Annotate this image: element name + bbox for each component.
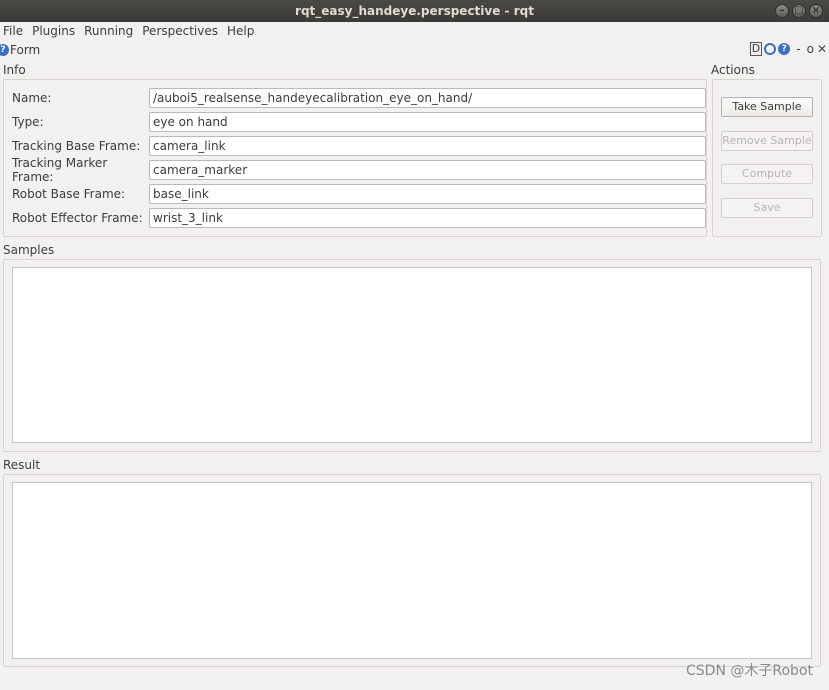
menu-plugins[interactable]: Plugins (29, 22, 78, 40)
window-titlebar: rqt_easy_handeye.perspective - rqt – □ × (0, 0, 829, 22)
tracking-base-frame-field[interactable]: camera_link (149, 136, 706, 156)
samples-label: Samples (3, 243, 55, 257)
save-button[interactable]: Save (721, 198, 813, 218)
minimize-button[interactable]: – (775, 4, 789, 18)
robot-base-frame-field[interactable]: base_link (149, 184, 706, 204)
take-sample-button[interactable]: Take Sample (721, 97, 813, 117)
compute-button[interactable]: Compute (721, 164, 813, 184)
plugin-titlebar: ? Form D ? - o ✕ (0, 41, 829, 59)
field-row-tracking-marker: Tracking Marker Frame: camera_marker (12, 156, 706, 184)
result-label: Result (3, 458, 41, 472)
field-row-type: Type: eye on hand (12, 112, 706, 132)
name-field[interactable]: /auboi5_realsense_handeyecalibration_eye… (149, 88, 706, 108)
menu-perspectives[interactable]: Perspectives (139, 22, 221, 40)
robot-base-frame-label: Robot Base Frame: (12, 187, 126, 201)
float-plugin-icon[interactable]: o (807, 42, 814, 56)
field-row-robot-base: Robot Base Frame: base_link (12, 184, 706, 204)
minimize-plugin-icon[interactable]: - (796, 42, 800, 56)
tracking-marker-frame-field[interactable]: camera_marker (149, 160, 706, 180)
actions-label: Actions (711, 63, 755, 77)
type-label: Type: (12, 115, 44, 129)
close-plugin-icon[interactable]: ✕ (817, 42, 827, 56)
result-text-area[interactable] (12, 482, 812, 659)
plugin-title: Form (10, 43, 41, 57)
tracking-marker-frame-label: Tracking Marker Frame: (12, 156, 108, 184)
info-label: Info (3, 63, 26, 77)
watermark: CSDN @木子Robot (686, 663, 813, 679)
remove-sample-button[interactable]: Remove Sample (721, 131, 813, 151)
window-title: rqt_easy_handeye.perspective - rqt (295, 4, 534, 18)
tracking-base-frame-label: Tracking Base Frame: (12, 139, 141, 153)
window-controls: – □ × (775, 4, 823, 18)
menu-running[interactable]: Running (81, 22, 136, 40)
info-group: Name: /auboi5_realsense_handeyecalibrati… (3, 79, 707, 237)
help-icon[interactable]: ? (0, 44, 9, 56)
field-row-tracking-base: Tracking Base Frame: camera_link (12, 136, 706, 156)
plugin-help-icon[interactable]: ? (778, 43, 791, 55)
robot-effector-frame-label: Robot Effector Frame: (12, 211, 143, 225)
dock-icon[interactable]: D (749, 42, 763, 56)
reload-icon[interactable] (764, 43, 777, 55)
samples-list[interactable] (12, 267, 812, 443)
field-row-robot-effector: Robot Effector Frame: wrist_3_link (12, 208, 706, 228)
name-label: Name: (12, 91, 52, 105)
close-button[interactable]: × (809, 4, 823, 18)
actions-group: Take Sample Remove Sample Compute Save (712, 79, 822, 237)
field-row-name: Name: /auboi5_realsense_handeyecalibrati… (12, 88, 706, 108)
menu-help[interactable]: Help (224, 22, 257, 40)
menu-file[interactable]: File (0, 22, 26, 40)
type-field[interactable]: eye on hand (149, 112, 706, 132)
maximize-button[interactable]: □ (792, 4, 806, 18)
robot-effector-frame-field[interactable]: wrist_3_link (149, 208, 706, 228)
menubar: File Plugins Running Perspectives Help (0, 22, 829, 40)
